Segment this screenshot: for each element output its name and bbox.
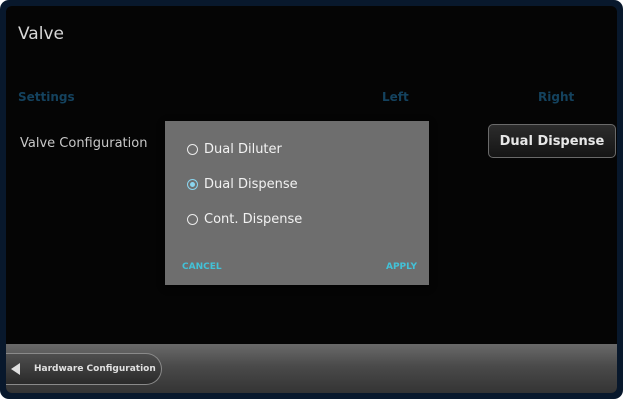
- column-header-right: Right: [538, 90, 575, 104]
- option-dual-diluter[interactable]: Dual Diluter: [187, 142, 282, 157]
- app-screen: Valve Settings Left Right Valve Configur…: [6, 6, 617, 393]
- radio-dot: [190, 182, 195, 187]
- radio-unchecked-icon[interactable]: [187, 214, 198, 225]
- apply-button[interactable]: APPLY: [386, 262, 417, 272]
- valve-configuration-dialog: Dual Diluter Dual Dispense Cont. Dispens…: [165, 121, 429, 285]
- option-dual-dispense[interactable]: Dual Dispense: [187, 177, 298, 192]
- column-header-left: Left: [382, 90, 409, 104]
- column-header-settings: Settings: [18, 90, 75, 104]
- arrow-left-icon: [11, 363, 20, 375]
- device-frame: Valve Settings Left Right Valve Configur…: [0, 0, 623, 399]
- option-label: Dual Dispense: [204, 177, 298, 192]
- radio-unchecked-icon[interactable]: [187, 144, 198, 155]
- valve-configuration-label: Valve Configuration: [20, 136, 148, 151]
- page-title: Valve: [18, 24, 64, 44]
- option-cont-dispense[interactable]: Cont. Dispense: [187, 212, 302, 227]
- bottom-navigation-bar: Hardware Configuration: [6, 344, 617, 393]
- radio-checked-icon[interactable]: [187, 179, 198, 190]
- option-label: Cont. Dispense: [204, 212, 303, 227]
- right-valve-configuration-button[interactable]: Dual Dispense: [488, 124, 616, 158]
- cancel-button[interactable]: CANCEL: [182, 262, 222, 272]
- option-label: Dual Diluter: [204, 142, 282, 157]
- hardware-configuration-back-button[interactable]: Hardware Configuration: [6, 353, 162, 385]
- back-button-label: Hardware Configuration: [34, 364, 156, 374]
